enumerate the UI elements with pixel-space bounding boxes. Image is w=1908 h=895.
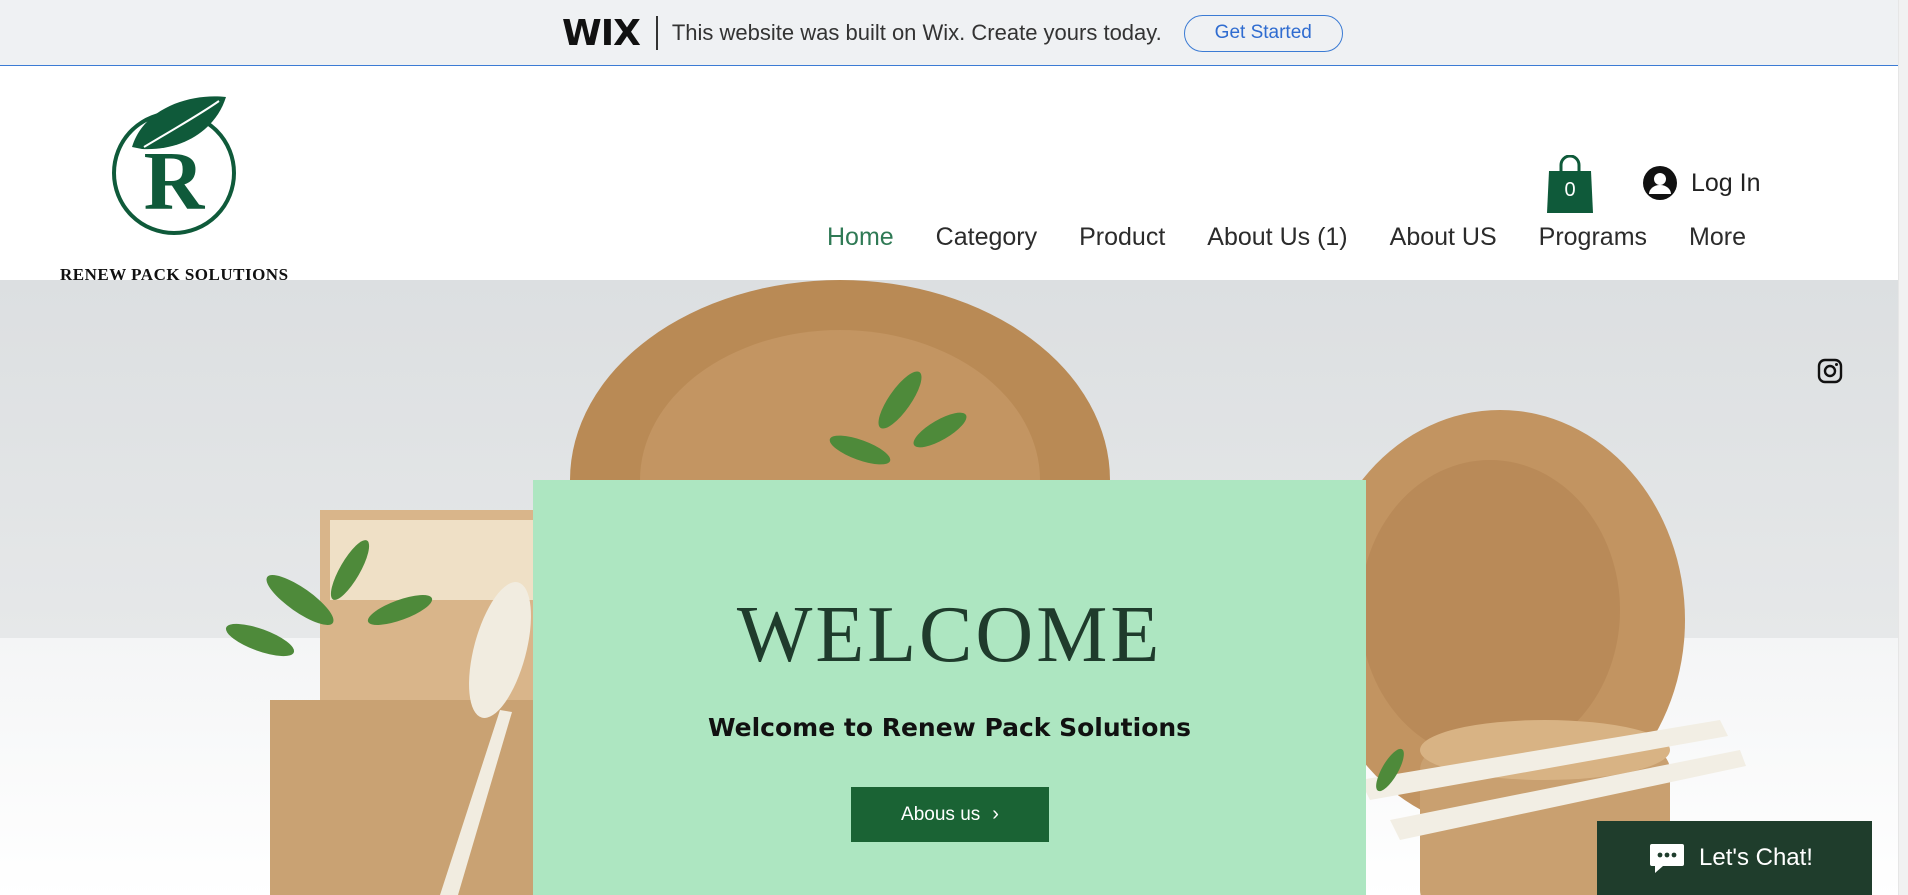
wix-banner-content: WIX This website was built on Wix. Creat… [562,0,1343,66]
welcome-card: WELCOME Welcome to Renew Pack Solutions … [533,480,1366,895]
wix-banner: WIX This website was built on Wix. Creat… [0,0,1898,66]
nav-about-us[interactable]: About US [1390,223,1497,252]
page-scrollbar[interactable] [1898,0,1908,895]
hero-section: WELCOME Welcome to Renew Pack Solutions … [0,280,1898,895]
chevron-right-icon: › [992,803,999,825]
nav-home[interactable]: Home [827,223,894,252]
wix-logo[interactable]: WIX [562,13,641,54]
nav-category[interactable]: Category [936,223,1037,252]
wix-banner-message: This website was built on Wix. Create yo… [671,20,1162,45]
about-us-button[interactable]: Abous us › [851,787,1049,842]
nav-more[interactable]: More [1689,223,1746,252]
site-header: R RENEW PACK SOLUTIONS 0 Log In Home Cat… [0,67,1898,284]
get-started-button[interactable]: Get Started [1183,14,1343,52]
welcome-title: WELCOME [736,591,1163,679]
cart-count: 0 [1564,179,1576,201]
welcome-subtitle: Welcome to Renew Pack Solutions [707,713,1192,742]
main-nav: Home Category Product About Us (1) About… [785,223,1746,252]
chat-widget-button[interactable]: Let's Chat! [1597,821,1872,895]
logo-letter: R [144,135,206,228]
cart-button[interactable]: 0 [1547,154,1593,213]
wix-divider [655,16,658,50]
site-logo[interactable]: R RENEW PACK SOLUTIONS [58,89,288,284]
login-label: Log In [1691,168,1761,197]
instagram-icon[interactable] [1817,358,1843,384]
about-us-button-label: Abous us [901,803,981,825]
nav-programs[interactable]: Programs [1539,223,1647,252]
leaf-logo-icon: R [112,96,236,235]
user-avatar-icon [1643,166,1677,200]
nav-about-us-1[interactable]: About Us (1) [1207,223,1347,252]
nav-product[interactable]: Product [1079,223,1165,252]
chat-bubble-icon [1650,844,1684,873]
chat-label: Let's Chat! [1699,844,1813,871]
login-button[interactable]: Log In [1643,163,1761,203]
